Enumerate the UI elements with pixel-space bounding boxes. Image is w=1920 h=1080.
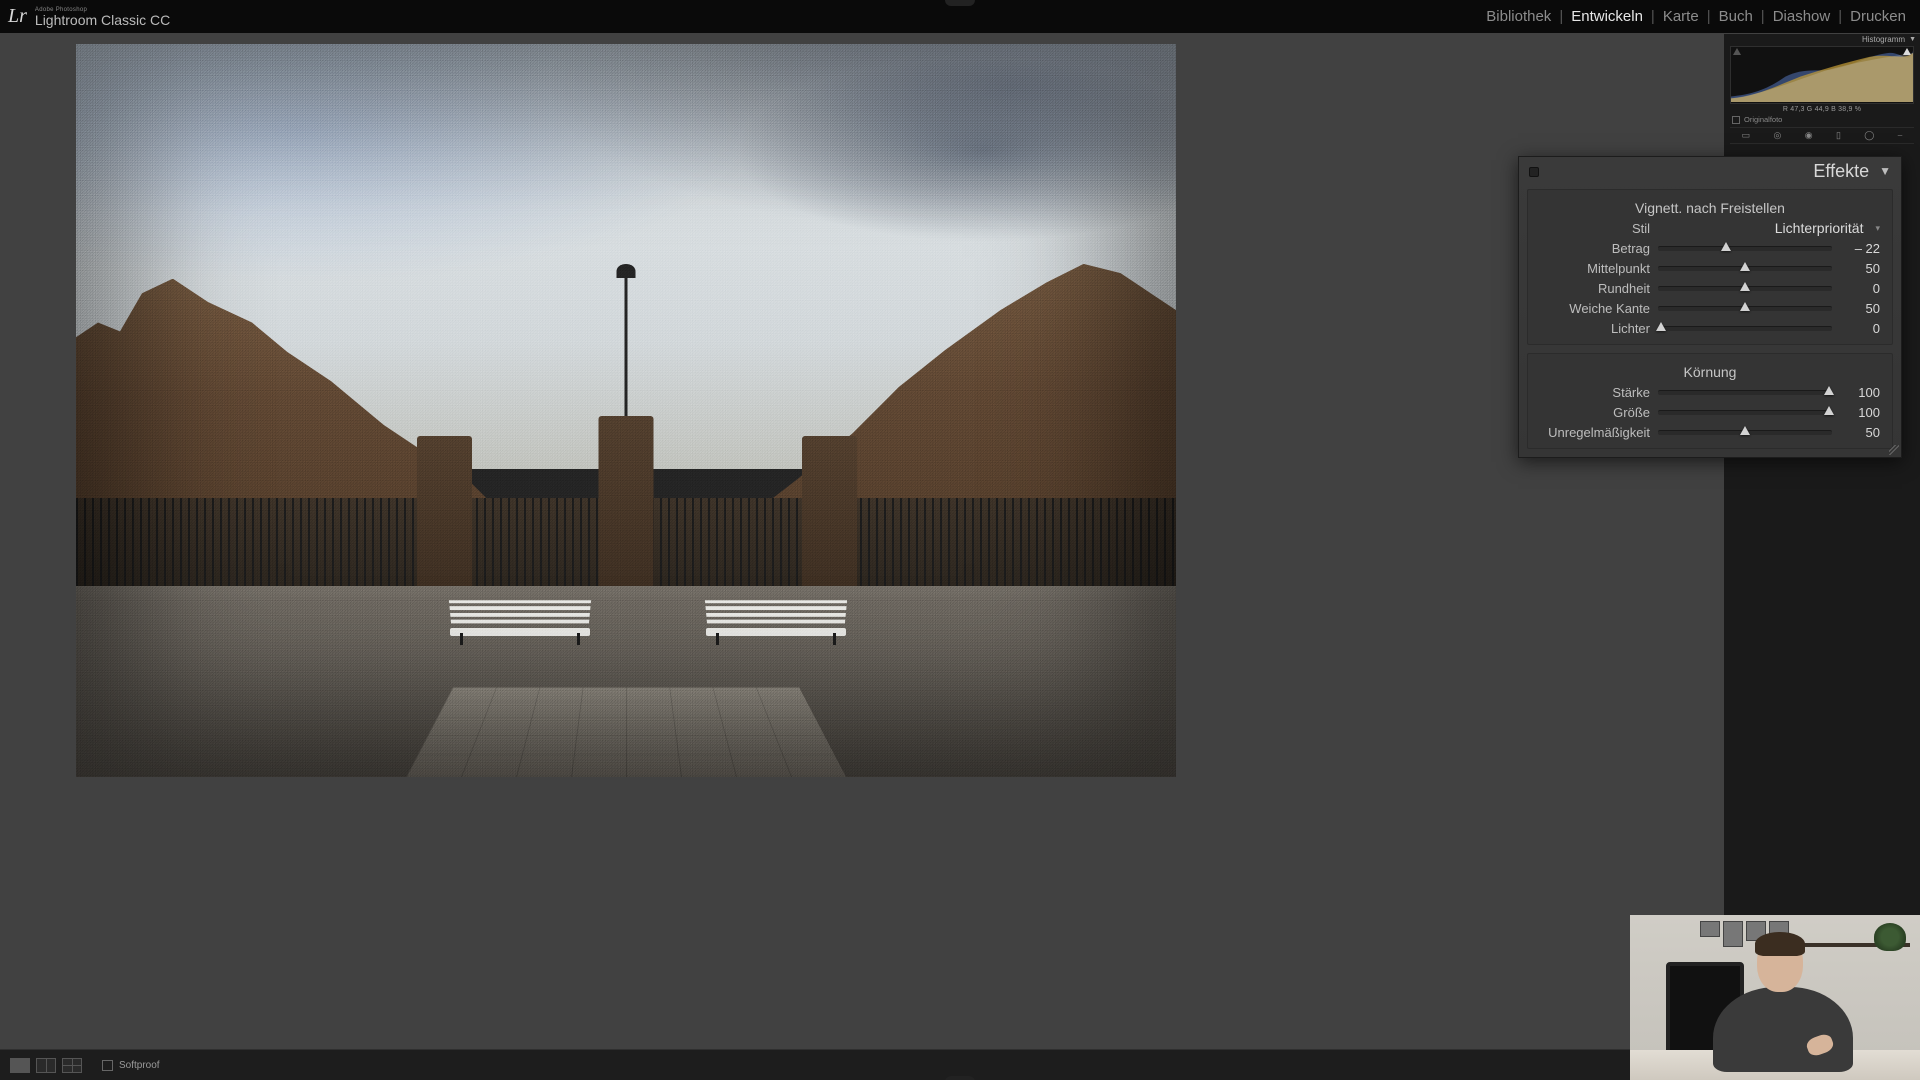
crop-tool-icon[interactable]: ▭ — [1742, 130, 1751, 141]
vignette-slider-row: Rundheit 0 — [1528, 278, 1892, 298]
grain-section-title: Körnung — [1528, 358, 1892, 382]
slider-knob-icon[interactable] — [1824, 386, 1834, 395]
slider-value[interactable]: 50 — [1840, 425, 1880, 440]
module-entwickeln[interactable]: Entwickeln — [1571, 8, 1643, 25]
slider-label: Stärke — [1540, 385, 1650, 400]
vignette-slider-row: Mittelpunkt 50 — [1528, 258, 1892, 278]
slider-track[interactable] — [1658, 430, 1832, 435]
effects-panel-title[interactable]: Effekte — [1813, 161, 1869, 182]
radial-tool-icon[interactable]: ◯ — [1864, 130, 1874, 141]
slider-track[interactable] — [1658, 410, 1832, 415]
chevron-down-icon[interactable]: ▼ — [1879, 164, 1891, 178]
slider-knob-icon[interactable] — [1656, 322, 1666, 331]
grain-slider-row: Stärke 100 — [1528, 382, 1892, 402]
slider-value[interactable]: – 22 — [1840, 241, 1880, 256]
brand-big: Lightroom Classic CC — [35, 13, 170, 27]
softproof-toggle[interactable]: Softproof — [102, 1060, 160, 1071]
slider-track[interactable] — [1658, 266, 1832, 271]
view-beforeafter-tb-icon[interactable] — [62, 1058, 82, 1073]
slider-value[interactable]: 50 — [1840, 301, 1880, 316]
graduated-tool-icon[interactable]: ▯ — [1836, 130, 1841, 141]
slider-label: Größe — [1540, 405, 1650, 420]
bottom-panel-notch[interactable] — [945, 1076, 975, 1080]
slider-knob-icon[interactable] — [1721, 242, 1731, 251]
slider-value[interactable]: 50 — [1840, 261, 1880, 276]
original-photo-toggle[interactable]: Originalfoto — [1724, 114, 1920, 127]
vignette-slider-row: Lichter 0 — [1528, 318, 1892, 338]
brush-tool-icon[interactable]: ⎯ — [1898, 130, 1903, 141]
slider-knob-icon[interactable] — [1740, 262, 1750, 271]
slider-track[interactable] — [1658, 390, 1832, 395]
slider-track[interactable] — [1658, 246, 1832, 251]
redeye-tool-icon[interactable]: ◉ — [1805, 130, 1813, 141]
module-drucken[interactable]: Drucken — [1850, 8, 1906, 25]
app-logo: Lr — [8, 5, 27, 28]
checkbox-icon[interactable] — [1732, 116, 1740, 124]
module-diashow[interactable]: Diashow — [1773, 8, 1831, 25]
slider-label: Unregelmäßigkeit — [1540, 425, 1650, 440]
slider-knob-icon[interactable] — [1824, 406, 1834, 415]
vignette-style-dropdown[interactable]: Stil Lichterpriorität ▾ — [1528, 218, 1892, 238]
panel-toggle-icon[interactable] — [1529, 167, 1539, 177]
histogram-readout: R 47,3 G 44,9 B 38,9 % — [1724, 104, 1920, 114]
checkbox-icon[interactable] — [102, 1060, 113, 1071]
chevron-down-icon[interactable]: ▼ — [1909, 36, 1916, 43]
histogram[interactable] — [1730, 46, 1914, 104]
slider-value[interactable]: 100 — [1840, 405, 1880, 420]
slider-value[interactable]: 0 — [1840, 281, 1880, 296]
view-loupe-icon[interactable] — [10, 1058, 30, 1073]
dropdown-caret-icon: ▾ — [1875, 223, 1880, 234]
slider-value[interactable]: 100 — [1840, 385, 1880, 400]
photo-preview[interactable] — [76, 44, 1176, 777]
vignette-slider-row: Betrag – 22 — [1528, 238, 1892, 258]
module-karte[interactable]: Karte — [1663, 8, 1699, 25]
slider-label: Mittelpunkt — [1540, 261, 1650, 276]
histogram-title[interactable]: Histogramm — [1862, 35, 1905, 44]
spot-tool-icon[interactable]: ◎ — [1774, 130, 1782, 141]
module-bibliothek[interactable]: Bibliothek — [1486, 8, 1551, 25]
module-nav: Bibliothek | Entwickeln | Karte | Buch |… — [1484, 0, 1908, 33]
slider-label: Betrag — [1540, 241, 1650, 256]
grain-slider-row: Größe 100 — [1528, 402, 1892, 422]
view-beforeafter-lr-icon[interactable] — [36, 1058, 56, 1073]
slider-track[interactable] — [1658, 306, 1832, 311]
slider-label: Rundheit — [1540, 281, 1650, 296]
resize-grip-icon[interactable] — [1889, 445, 1899, 455]
effects-panel: Effekte ▼ Vignett. nach Freistellen Stil… — [1518, 156, 1902, 458]
slider-knob-icon[interactable] — [1740, 282, 1750, 291]
slider-track[interactable] — [1658, 326, 1832, 331]
vignette-slider-row: Weiche Kante 50 — [1528, 298, 1892, 318]
slider-label: Weiche Kante — [1540, 301, 1650, 316]
vignette-section-title: Vignett. nach Freistellen — [1528, 194, 1892, 218]
slider-value[interactable]: 0 — [1840, 321, 1880, 336]
slider-track[interactable] — [1658, 286, 1832, 291]
grain-slider-row: Unregelmäßigkeit 50 — [1528, 422, 1892, 442]
slider-label: Lichter — [1540, 321, 1650, 336]
slider-knob-icon[interactable] — [1740, 426, 1750, 435]
slider-knob-icon[interactable] — [1740, 302, 1750, 311]
module-buch[interactable]: Buch — [1719, 8, 1753, 25]
webcam-overlay — [1630, 915, 1920, 1080]
top-panel-notch[interactable] — [945, 0, 975, 6]
